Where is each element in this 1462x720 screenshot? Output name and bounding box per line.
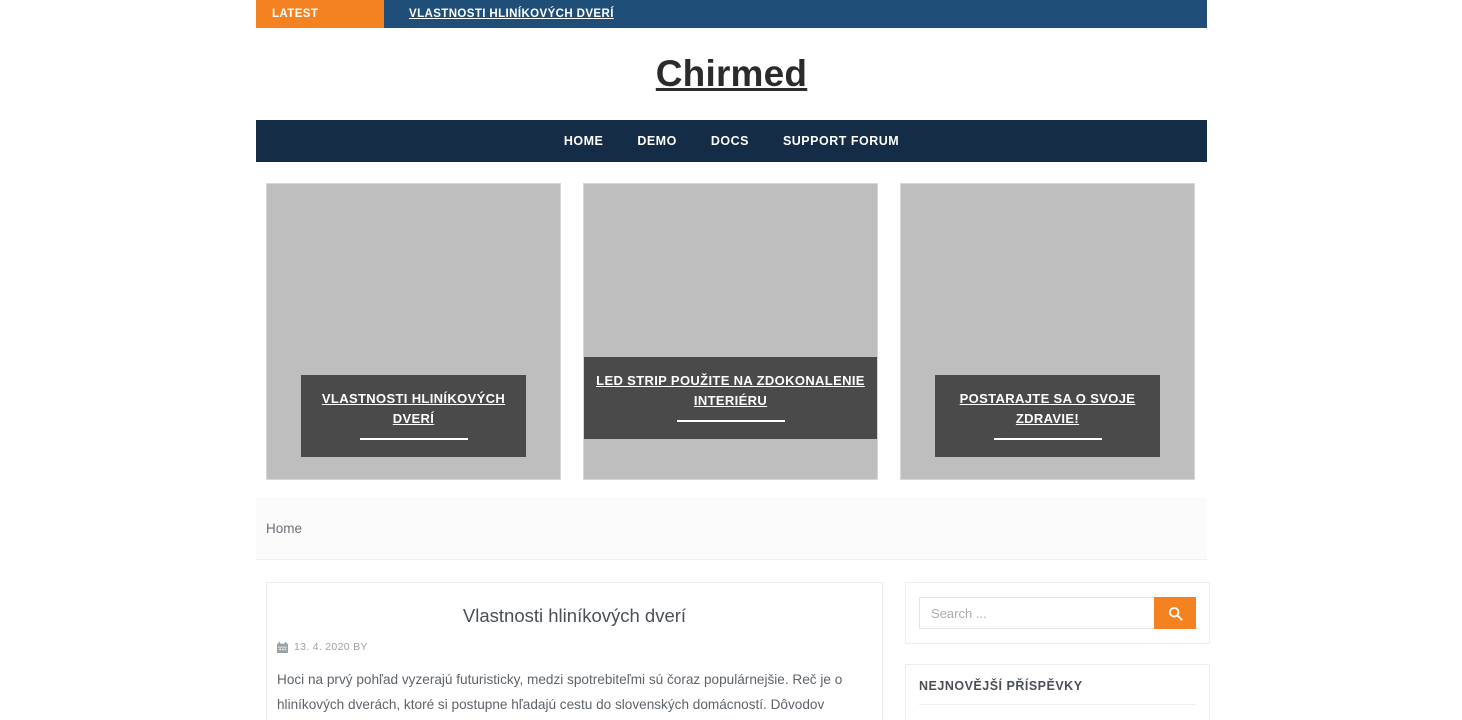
- nav-item-demo[interactable]: DEMO: [620, 120, 694, 162]
- nav-link-home[interactable]: HOME: [547, 120, 621, 162]
- search-button[interactable]: [1154, 597, 1196, 629]
- post-excerpt: Hoci na prvý pohľad vyzerajú futuristick…: [277, 672, 843, 712]
- nav-link-demo[interactable]: DEMO: [620, 120, 694, 162]
- featured-card[interactable]: VLASTNOSTI HLINÍKOVÝCH DVERÍ: [266, 183, 561, 480]
- featured-card[interactable]: POSTARAJTE SA O SVOJE ZDRAVIE!: [900, 183, 1195, 480]
- post-meta: 13. 4. 2020 BY: [277, 641, 872, 653]
- page-root: LATEST VLASTNOSTI HLINÍKOVÝCH DVERÍ Chir…: [0, 0, 1462, 720]
- latest-label: LATEST: [256, 0, 384, 28]
- nav-link-support-forum[interactable]: SUPPORT FORUM: [766, 120, 916, 162]
- post-date: 13. 4. 2020 BY: [294, 641, 368, 653]
- list-item[interactable]: » Vlastnosti hliníkových dveri: [919, 709, 1196, 720]
- featured-card-underline: [993, 438, 1102, 440]
- nav-item-home[interactable]: HOME: [547, 120, 621, 162]
- breadcrumb-home[interactable]: Home: [266, 521, 302, 536]
- nav-item-support-forum[interactable]: SUPPORT FORUM: [766, 120, 916, 162]
- recent-posts-list: » Vlastnosti hliníkových dveri » LED str…: [919, 709, 1196, 720]
- featured-card-overlay: POSTARAJTE SA O SVOJE ZDRAVIE!: [935, 375, 1160, 457]
- nav-list: HOME DEMO DOCS SUPPORT FORUM: [547, 120, 916, 162]
- post-card: Vlastnosti hliníkových dverí 13. 4. 2020…: [266, 582, 883, 720]
- latest-ticker-bar: LATEST VLASTNOSTI HLINÍKOVÝCH DVERÍ: [256, 0, 1207, 28]
- latest-ticker-item[interactable]: VLASTNOSTI HLINÍKOVÝCH DVERÍ: [409, 8, 614, 20]
- nav-item-docs[interactable]: DOCS: [694, 120, 766, 162]
- post-title-link[interactable]: Vlastnosti hliníkových dverí: [463, 605, 686, 626]
- recent-post-link[interactable]: » Vlastnosti hliníkových dveri: [919, 709, 1196, 720]
- calendar-icon: [277, 641, 288, 653]
- latest-ticker-items: VLASTNOSTI HLINÍKOVÝCH DVERÍ: [384, 0, 614, 28]
- featured-card-underline: [676, 420, 785, 422]
- featured-card-overlay: LED STRIP POUŽITE NA ZDOKONALENIE INTERI…: [584, 357, 877, 439]
- site-header: Chirmed: [256, 28, 1207, 120]
- post-title: Vlastnosti hliníkových dverí: [277, 603, 872, 629]
- search-icon: [1168, 606, 1183, 621]
- search-form: [919, 597, 1196, 629]
- featured-card-underline: [359, 438, 468, 440]
- site-container: LATEST VLASTNOSTI HLINÍKOVÝCH DVERÍ Chir…: [256, 0, 1210, 720]
- featured-card-title[interactable]: POSTARAJTE SA O SVOJE ZDRAVIE!: [947, 389, 1148, 429]
- featured-card[interactable]: LED STRIP POUŽITE NA ZDOKONALENIE INTERI…: [583, 183, 878, 480]
- sidebar: NEJNOVĚJŠÍ PŘÍSPĚVKY » Vlastnosti hliník…: [905, 582, 1210, 720]
- search-input[interactable]: [919, 597, 1154, 629]
- main-column: Vlastnosti hliníkových dverí 13. 4. 2020…: [266, 582, 883, 720]
- site-title[interactable]: Chirmed: [656, 53, 807, 95]
- nav-link-docs[interactable]: DOCS: [694, 120, 766, 162]
- recent-posts-title: NEJNOVĚJŠÍ PŘÍSPĚVKY: [919, 679, 1196, 705]
- search-widget: [905, 582, 1210, 644]
- breadcrumb: Home: [256, 497, 1207, 560]
- recent-posts-widget: NEJNOVĚJŠÍ PŘÍSPĚVKY » Vlastnosti hliník…: [905, 664, 1210, 720]
- featured-card-overlay: VLASTNOSTI HLINÍKOVÝCH DVERÍ: [301, 375, 526, 457]
- main-navigation: HOME DEMO DOCS SUPPORT FORUM: [256, 120, 1207, 162]
- featured-card-title[interactable]: VLASTNOSTI HLINÍKOVÝCH DVERÍ: [313, 389, 514, 429]
- featured-card-title[interactable]: LED STRIP POUŽITE NA ZDOKONALENIE INTERI…: [596, 371, 865, 411]
- featured-posts-carousel: VLASTNOSTI HLINÍKOVÝCH DVERÍ LED STRIP P…: [256, 162, 1207, 480]
- content-area: Vlastnosti hliníkových dverí 13. 4. 2020…: [256, 560, 1210, 720]
